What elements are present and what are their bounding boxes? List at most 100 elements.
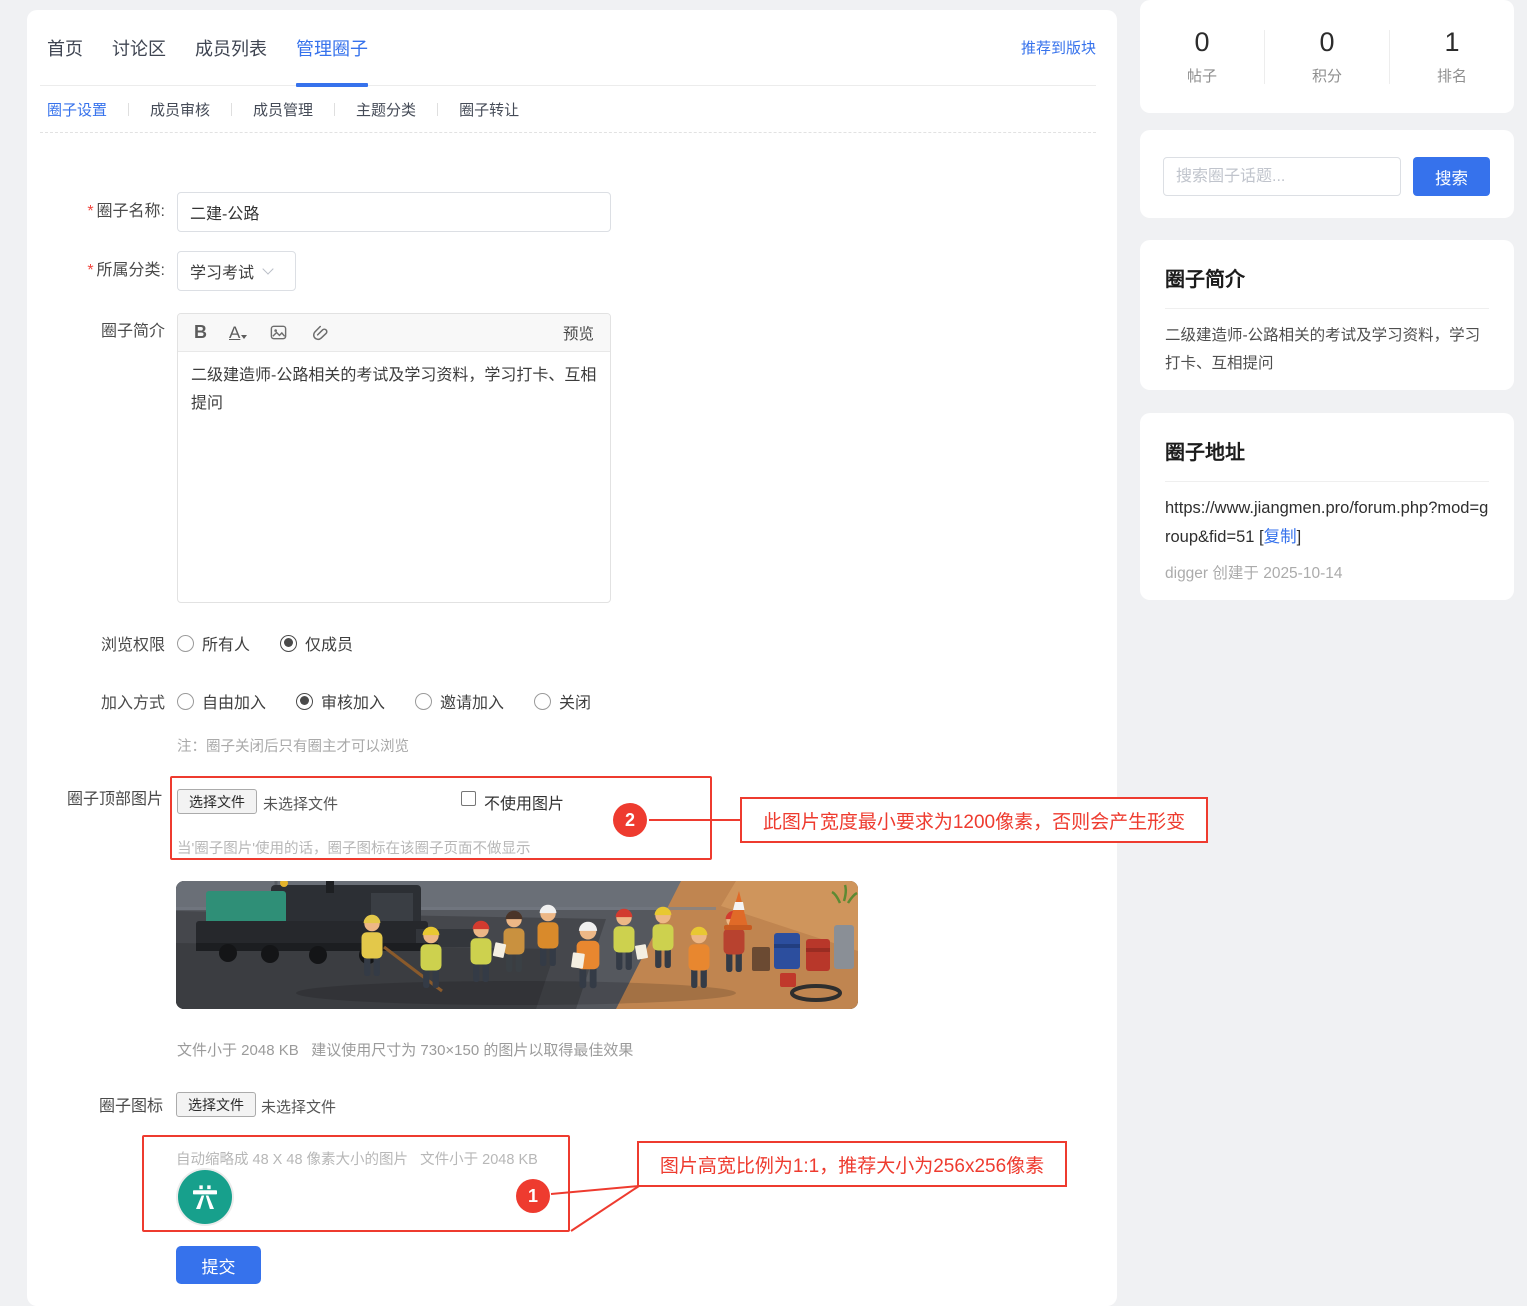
intro-editor: B A 预览 二级建造师-公路相关的考试及学习资料，学习打卡、互相提问 xyxy=(177,313,611,603)
radio-label: 邀请加入 xyxy=(440,689,504,713)
bold-icon: B xyxy=(194,322,207,343)
join-note: 注：圈子关闭后只有圈主才可以浏览 xyxy=(177,735,409,756)
radio-label: 关闭 xyxy=(559,689,591,713)
dashed-divider xyxy=(40,132,1096,133)
category-label: *所属分类: xyxy=(27,251,165,291)
group-name-input[interactable] xyxy=(177,192,611,232)
font-color-button[interactable]: A xyxy=(229,323,247,343)
tab-manage-group[interactable]: 管理圈子 xyxy=(296,10,368,85)
group-icon-preview xyxy=(178,1170,232,1224)
top-image-file-button[interactable]: 选择文件 xyxy=(177,789,257,814)
no-image-checkbox-label[interactable]: 不使用图片 xyxy=(484,790,564,814)
group-icon-hint: 自动缩略成 48 X 48 像素大小的图片 文件小于 2048 KB xyxy=(176,1148,538,1169)
stat-rank-label: 排名 xyxy=(1390,65,1514,86)
insert-image-button[interactable] xyxy=(269,323,288,342)
chevron-down-icon xyxy=(262,263,273,274)
card-divider xyxy=(1165,308,1489,309)
link-icon xyxy=(310,323,329,342)
stat-posts-value: 0 xyxy=(1140,27,1264,58)
group-address-title: 圈子地址 xyxy=(1165,436,1489,465)
group-intro-text: 二级建造师-公路相关的考试及学习资料，学习打卡、互相提问 xyxy=(1165,322,1489,378)
category-selected-value: 学习考试 xyxy=(190,259,254,283)
subtab-group-transfer[interactable]: 圈子转让 xyxy=(459,99,519,120)
subnav-divider xyxy=(437,103,438,116)
subnav-divider xyxy=(128,103,129,116)
stat-posts: 0 帖子 xyxy=(1140,27,1264,86)
search-card: 搜索 xyxy=(1140,130,1514,218)
radio-label: 仅成员 xyxy=(305,631,353,655)
radio-members-only[interactable]: 仅成员 xyxy=(280,631,353,655)
subnav-divider xyxy=(334,103,335,116)
required-asterisk: * xyxy=(87,262,93,279)
join-method-row: 加入方式 自由加入 审核加入 邀请加入 关闭 xyxy=(42,691,621,711)
radio-label: 审核加入 xyxy=(321,689,385,713)
topic-search-input[interactable] xyxy=(1163,157,1401,196)
subtab-topic-category[interactable]: 主题分类 xyxy=(356,99,416,120)
intro-editor-content[interactable]: 二级建造师-公路相关的考试及学习资料，学习打卡、互相提问 xyxy=(178,352,610,428)
group-intro-title: 圈子简介 xyxy=(1165,263,1489,292)
group-banner-image xyxy=(176,881,858,1009)
radio-all-users[interactable]: 所有人 xyxy=(177,631,250,655)
radio-closed[interactable]: 关闭 xyxy=(534,689,591,713)
radio-selected-icon xyxy=(280,635,297,652)
preview-button[interactable]: 预览 xyxy=(563,322,594,344)
view-permission-row: 浏览权限 所有人 仅成员 xyxy=(42,633,383,653)
subtab-member-review[interactable]: 成员审核 xyxy=(150,99,210,120)
radio-circle-icon xyxy=(415,693,432,710)
banner-caption: 文件小于 2048 KB 建议使用尺寸为 730×150 的图片以取得最佳效果 xyxy=(177,1039,633,1060)
group-management-panel: 首页 讨论区 成员列表 管理圈子 推荐到版块 圈子设置 成员审核 成员管理 主题… xyxy=(27,10,1117,1306)
group-address-card: 圈子地址 https://www.jiangmen.pro/forum.php?… xyxy=(1140,413,1514,600)
subnav-divider xyxy=(231,103,232,116)
insert-link-button[interactable] xyxy=(310,323,329,342)
radio-label: 所有人 xyxy=(202,631,250,655)
radio-invite-join[interactable]: 邀请加入 xyxy=(415,689,504,713)
tab-home[interactable]: 首页 xyxy=(47,10,83,85)
editor-toolbar: B A 预览 xyxy=(178,314,610,352)
subtab-member-management[interactable]: 成员管理 xyxy=(253,99,313,120)
top-image-hint: 当'圈子图片'使用的话，圈子图标在该圈子页面不做显示 xyxy=(177,837,531,858)
group-settings-subnav: 圈子设置 成员审核 成员管理 主题分类 圈子转让 xyxy=(47,86,519,132)
stat-points: 0 积分 xyxy=(1265,27,1389,86)
group-address-url: https://www.jiangmen.pro/forum.php?mod=g… xyxy=(1165,494,1489,552)
motorway-icon xyxy=(187,1179,223,1215)
copy-link[interactable]: 复制 xyxy=(1264,528,1297,546)
required-asterisk: * xyxy=(87,203,93,220)
submit-button[interactable]: 提交 xyxy=(176,1246,261,1284)
group-intro-card: 圈子简介 二级建造师-公路相关的考试及学习资料，学习打卡、互相提问 xyxy=(1140,240,1514,390)
stats-card: 0 帖子 0 积分 1 排名 xyxy=(1140,0,1514,113)
stat-points-value: 0 xyxy=(1265,27,1389,58)
join-method-label: 加入方式 xyxy=(42,689,165,713)
top-image-file-status: 未选择文件 xyxy=(263,793,338,814)
caret-icon xyxy=(241,335,247,339)
image-icon xyxy=(269,323,288,342)
radio-circle-icon xyxy=(177,693,194,710)
radio-review-join[interactable]: 审核加入 xyxy=(296,689,385,713)
page: 首页 讨论区 成员列表 管理圈子 推荐到版块 圈子设置 成员审核 成员管理 主题… xyxy=(0,0,1527,1306)
radio-circle-icon xyxy=(534,693,551,710)
group-tabs: 首页 讨论区 成员列表 管理圈子 推荐到版块 xyxy=(40,10,1096,86)
no-image-checkbox[interactable] xyxy=(461,791,476,806)
group-name-label: *圈子名称: xyxy=(27,192,165,232)
stat-rank-value: 1 xyxy=(1390,27,1514,58)
recommend-to-forum-link[interactable]: 推荐到版块 xyxy=(1021,37,1096,58)
subtab-group-settings[interactable]: 圈子设置 xyxy=(47,99,107,120)
search-button[interactable]: 搜索 xyxy=(1413,157,1490,196)
top-image-label: 圈子顶部图片 xyxy=(27,789,163,811)
tab-member-list[interactable]: 成员列表 xyxy=(195,10,267,85)
group-created-meta: digger 创建于 2025-10-14 xyxy=(1165,561,1489,583)
radio-label: 自由加入 xyxy=(202,689,266,713)
group-icon-file-status: 未选择文件 xyxy=(261,1096,336,1117)
intro-label: 圈子简介 xyxy=(27,313,165,351)
font-color-icon: A xyxy=(229,323,240,343)
view-permission-label: 浏览权限 xyxy=(42,631,165,655)
category-select[interactable]: 学习考试 xyxy=(177,251,296,291)
radio-free-join[interactable]: 自由加入 xyxy=(177,689,266,713)
group-icon-file-button[interactable]: 选择文件 xyxy=(176,1092,256,1117)
bold-button[interactable]: B xyxy=(194,322,207,343)
card-divider xyxy=(1165,481,1489,482)
stat-rank: 1 排名 xyxy=(1390,27,1514,86)
tab-discussion[interactable]: 讨论区 xyxy=(112,10,166,85)
radio-circle-icon xyxy=(177,635,194,652)
group-icon-label: 圈子图标 xyxy=(27,1094,163,1119)
stat-points-label: 积分 xyxy=(1265,65,1389,86)
